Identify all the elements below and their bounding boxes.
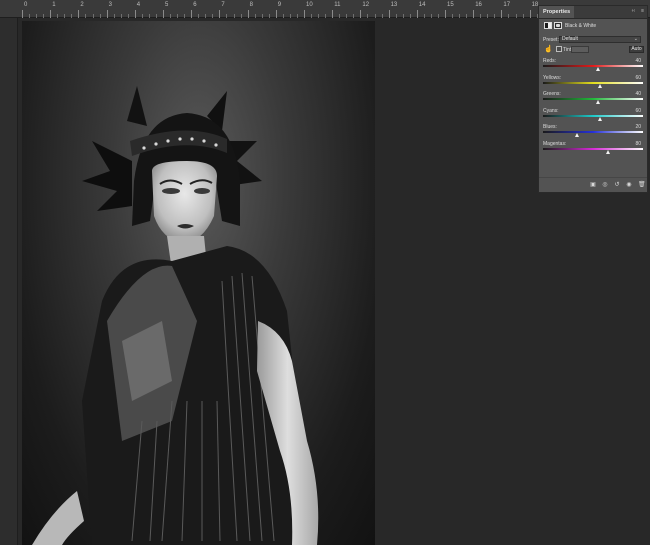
document-image[interactable] <box>22 21 375 545</box>
ruler-tick <box>163 10 164 18</box>
tint-color-swatch[interactable] <box>571 46 589 53</box>
ruler-label: 15 <box>447 2 454 8</box>
panel-menu-icon[interactable]: ≡ <box>641 8 644 14</box>
slider-label: Greens: <box>543 91 561 97</box>
slider-value-field[interactable]: 80 <box>635 141 641 147</box>
ruler-tick <box>416 10 418 18</box>
tab-properties[interactable]: Properties <box>539 6 575 18</box>
slider-label: Magentas: <box>543 140 567 147</box>
slider-label: Blues: <box>543 124 557 130</box>
chevron-down-icon: ⌄ <box>633 36 638 42</box>
ruler-label: 8 <box>249 2 253 8</box>
slider-value-field[interactable]: 60 <box>635 108 641 114</box>
ruler-tick <box>106 10 108 18</box>
slider-thumb[interactable] <box>597 83 602 88</box>
slider-track[interactable] <box>543 131 643 133</box>
ruler-tick <box>22 10 23 18</box>
ruler-label: 17 <box>503 2 511 8</box>
ruler-label: 11 <box>334 2 341 8</box>
clip-to-layer-icon[interactable]: ▣ <box>590 182 596 188</box>
ruler-label: 14 <box>418 2 426 8</box>
visibility-eye-icon[interactable]: ◉ <box>626 182 632 188</box>
slider-label: Reds: <box>543 58 557 64</box>
slider-label: Yellows: <box>543 74 562 81</box>
slider-thumb[interactable] <box>597 116 602 121</box>
ruler-tick <box>388 10 390 18</box>
slider-thumb[interactable] <box>595 67 600 71</box>
ruler-tick <box>332 10 334 18</box>
adjustment-title: Black & White <box>565 23 597 29</box>
view-previous-state-icon[interactable]: ◎ <box>602 182 608 188</box>
slider-value-field[interactable]: 20 <box>635 124 641 130</box>
slider-track[interactable] <box>543 65 643 67</box>
ruler-tick <box>501 10 503 18</box>
slider-track[interactable] <box>543 114 643 117</box>
slider-track[interactable] <box>543 147 643 150</box>
ruler-label: 13 <box>390 2 398 8</box>
ruler-label: 0 <box>24 2 28 8</box>
targeted-adjustment-hand-icon[interactable]: ☝ <box>544 46 553 53</box>
slider-value-field[interactable]: 60 <box>635 75 641 81</box>
tint-checkbox[interactable] <box>556 46 562 52</box>
ruler-tick <box>304 10 305 18</box>
ruler-label: 9 <box>277 2 282 8</box>
ruler-label: 3 <box>108 2 112 8</box>
ruler-label: 1 <box>52 2 56 8</box>
ruler-tick <box>50 10 52 18</box>
ruler-tick <box>134 10 136 18</box>
ruler-label: 4 <box>136 2 141 8</box>
ruler-tick <box>247 10 249 18</box>
ruler-label: 2 <box>80 2 84 8</box>
ruler-tick <box>445 10 446 18</box>
ruler-tick <box>275 10 277 18</box>
trash-icon[interactable]: 🗑 <box>638 182 646 188</box>
properties-panel: Properties ‹‹ ≡ Black & White Preset: De… <box>538 5 648 193</box>
portrait-photo <box>32 86 319 545</box>
ruler-tick <box>191 10 193 18</box>
adjustment-type-icon[interactable] <box>544 22 552 29</box>
ruler-tick <box>529 10 531 18</box>
ruler-tick <box>473 10 475 18</box>
slider-thumb[interactable] <box>595 100 600 104</box>
ruler-tick <box>219 10 221 18</box>
slider-track[interactable] <box>543 81 643 84</box>
slider-label: Cyans: <box>543 107 559 114</box>
ruler-tick <box>78 10 80 18</box>
ruler-tick <box>360 10 362 18</box>
preset-value: Default <box>562 36 578 42</box>
slider-thumb[interactable] <box>605 149 610 154</box>
reset-icon[interactable]: ↺ <box>614 182 620 188</box>
layer-mask-icon[interactable] <box>554 22 562 29</box>
auto-button[interactable]: Auto <box>629 46 644 53</box>
ruler-label: 16 <box>475 2 482 8</box>
slider-value-field[interactable]: 40 <box>635 91 641 97</box>
preset-dropdown[interactable]: Default ⌄ <box>559 36 641 43</box>
ruler-label: 5 <box>165 2 169 8</box>
ruler-label: 10 <box>306 2 313 8</box>
slider-track[interactable] <box>543 98 643 100</box>
slider-thumb[interactable] <box>574 133 579 137</box>
slider-value-field[interactable]: 40 <box>635 58 641 64</box>
panel-tab-bar: Properties ‹‹ ≡ <box>539 6 647 19</box>
ruler-label: 7 <box>221 2 225 8</box>
collapse-panel-icon[interactable]: ‹‹ <box>632 8 635 14</box>
panel-footer: ▣ ◎ ↺ ◉ 🗑 <box>539 177 647 192</box>
vertical-ruler[interactable] <box>0 18 18 545</box>
ruler-label: 12 <box>362 2 370 8</box>
ruler-label: 6 <box>193 2 197 8</box>
